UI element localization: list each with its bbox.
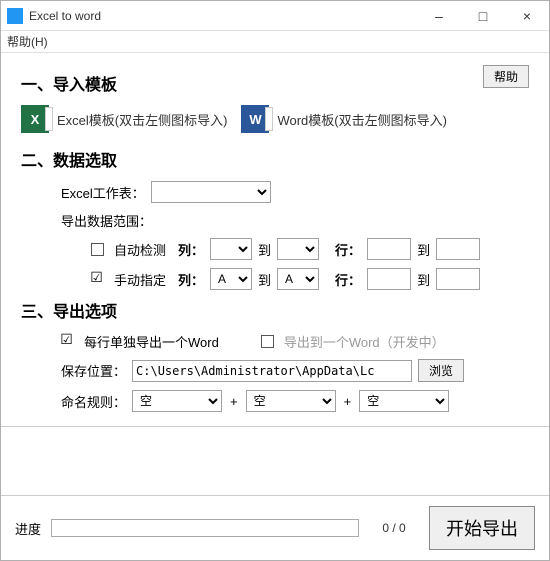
progress-bar: [51, 519, 359, 537]
each-row-label: 每行单独导出一个Word: [84, 332, 219, 351]
menu-help[interactable]: 帮助(H): [7, 35, 48, 49]
to-label-2: 到: [417, 240, 430, 259]
title-bar: Excel to word – □ ×: [1, 1, 549, 31]
col-label-1: 列：: [178, 240, 204, 259]
to-label-4: 到: [417, 270, 430, 289]
auto-detect-label: 自动检测: [114, 240, 166, 259]
section1-title: 一、导入模板: [21, 71, 529, 95]
naming-row: 命名规则： 空 + 空 + 空: [61, 390, 529, 412]
separator: [1, 426, 549, 427]
auto-detect-checkbox[interactable]: [91, 243, 104, 256]
single-word-label: 导出到一个Word（开发中）: [284, 332, 445, 351]
manual-label: 手动指定: [114, 270, 166, 289]
plus-2: +: [342, 394, 354, 409]
range-label: 导出数据范围：: [61, 211, 152, 230]
word-icon[interactable]: W: [241, 105, 269, 133]
excel-icon[interactable]: X: [21, 105, 49, 133]
manual-row: 手动指定 列： A 到 A 行： 到: [91, 268, 529, 290]
progress-label: 进度: [15, 519, 41, 538]
maximize-button[interactable]: □: [461, 1, 505, 31]
naming-select-3[interactable]: 空: [359, 390, 449, 412]
naming-label: 命名规则：: [61, 392, 126, 411]
export-mode-row: 每行单独导出一个Word 导出到一个Word（开发中）: [61, 332, 529, 351]
row-label-2: 行：: [335, 270, 361, 289]
auto-row-to[interactable]: [436, 238, 480, 260]
sheet-select[interactable]: [151, 181, 271, 203]
plus-1: +: [228, 394, 240, 409]
to-label-1: 到: [258, 240, 271, 259]
app-icon: [7, 8, 23, 24]
close-button[interactable]: ×: [505, 1, 549, 31]
bottom-bar: 进度 0 / 0 开始导出: [1, 495, 549, 560]
section2-title: 二、数据选取: [21, 147, 529, 171]
content-area: 一、导入模板 帮助 X Excel模板(双击左侧图标导入) W Word模板(双…: [1, 53, 549, 495]
help-button[interactable]: 帮助: [483, 65, 529, 88]
window-title: Excel to word: [29, 9, 417, 23]
manual-row-to[interactable]: [436, 268, 480, 290]
save-path-label: 保存位置：: [61, 361, 126, 380]
sheet-row: Excel工作表：: [61, 181, 529, 203]
word-template-label: Word模板(双击左侧图标导入): [277, 110, 446, 129]
start-export-button[interactable]: 开始导出: [429, 506, 535, 550]
save-path-row: 保存位置： 浏览: [61, 359, 529, 382]
menu-bar: 帮助(H): [1, 31, 549, 53]
naming-select-1[interactable]: 空: [132, 390, 222, 412]
section3-title: 三、导出选项: [21, 298, 529, 322]
sheet-label: Excel工作表：: [61, 183, 145, 202]
to-label-3: 到: [258, 270, 271, 289]
browse-button[interactable]: 浏览: [418, 359, 464, 382]
naming-select-2[interactable]: 空: [246, 390, 336, 412]
excel-template-label: Excel模板(双击左侧图标导入): [57, 110, 227, 129]
manual-col-from[interactable]: A: [210, 268, 252, 290]
auto-detect-row: 自动检测 列： 到 行： 到: [91, 238, 529, 260]
template-row: X Excel模板(双击左侧图标导入) W Word模板(双击左侧图标导入): [21, 105, 529, 133]
col-label-2: 列：: [178, 270, 204, 289]
manual-row-from[interactable]: [367, 268, 411, 290]
progress-text: 0 / 0: [369, 521, 419, 535]
minimize-button[interactable]: –: [417, 1, 461, 31]
manual-checkbox[interactable]: [91, 273, 104, 286]
single-word-checkbox: [261, 335, 274, 348]
row-label-1: 行：: [335, 240, 361, 259]
each-row-checkbox[interactable]: [61, 335, 74, 348]
auto-col-from[interactable]: [210, 238, 252, 260]
auto-row-from[interactable]: [367, 238, 411, 260]
auto-col-to[interactable]: [277, 238, 319, 260]
manual-col-to[interactable]: A: [277, 268, 319, 290]
save-path-input[interactable]: [132, 360, 412, 382]
range-label-row: 导出数据范围：: [61, 211, 529, 230]
